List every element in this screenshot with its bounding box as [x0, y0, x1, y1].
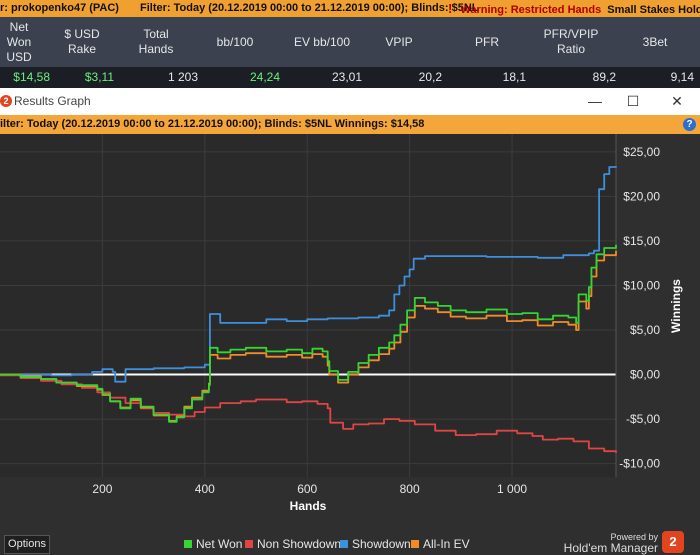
results-chart-area: 200 400 600 800 1 000 $25,00 $20,00 $15,00 $10,0… [0, 134, 700, 532]
col-pfr[interactable]: PFR [456, 17, 518, 67]
cell-total-hands: 1 203 [167, 70, 198, 84]
cell-net-won: $14,58 [13, 70, 50, 84]
col-rake[interactable]: $ USD Rake [52, 17, 112, 67]
cell-pfr: 18,1 [502, 70, 526, 84]
x-tick-label: 600 [297, 482, 317, 496]
y-tick-label: $20,00 [623, 189, 660, 203]
legend-label-net-won: Net Won [196, 537, 243, 551]
restricted-warning[interactable]: ! Warning: Restricted Hands Small Stakes… [448, 0, 700, 17]
brand-name: Hold'em Manager [563, 541, 658, 555]
player-label: r: prokopenko47 (PAC) [0, 2, 119, 14]
legend-swatch-non-showdown [245, 540, 253, 548]
minimize-button[interactable]: — [580, 91, 610, 111]
legend-swatch-net-won [184, 540, 192, 548]
x-tick-label: 1 000 [497, 482, 527, 496]
y-tick-label: $25,00 [623, 145, 660, 159]
col-pfr-vpip[interactable]: PFR/VPIP Ratio [536, 17, 606, 67]
cell-vpip: 20,2 [418, 70, 442, 84]
results-graph-titlebar[interactable]: 2 Results Graph — ☐ ✕ [0, 88, 700, 115]
col-3bet[interactable]: 3Bet [620, 17, 690, 67]
cell-ev-bb100: 23,01 [331, 70, 362, 84]
warning-extra: Small Stakes Holdem [607, 4, 700, 16]
y-tick-label: -$10,00 [619, 457, 660, 471]
stats-table-header: Net Won USD $ USD Rake Total Hands bb/10… [0, 17, 700, 67]
legend-all-in-ev[interactable]: All-In EV [411, 537, 470, 551]
filter-summary: Filter: Today (20.12.2019 00:00 to 21.12… [140, 2, 479, 14]
maximize-button[interactable]: ☐ [618, 91, 648, 111]
legend-swatch-all-in-ev [411, 540, 419, 548]
legend-showdown[interactable]: Showdown [340, 537, 411, 551]
legend-non-showdown[interactable]: Non Showdown [245, 537, 341, 551]
results-chart[interactable]: 200 400 600 800 1 000 $25,00 $20,00 $15,00 $10,0… [0, 134, 700, 532]
col-vpip[interactable]: VPIP [368, 17, 430, 67]
top-info-bar: r: prokopenko47 (PAC) Filter: Today (20.… [0, 0, 700, 17]
x-tick-label: 200 [92, 482, 112, 496]
hm2-badge-icon: 2 [662, 531, 684, 553]
col-total-hands[interactable]: Total Hands [122, 17, 190, 67]
options-button[interactable]: Options [4, 535, 50, 554]
y-tick-label: -$5,00 [626, 412, 660, 426]
legend-label-showdown: Showdown [352, 537, 411, 551]
col-bb100[interactable]: bb/100 [200, 17, 270, 67]
bottom-bar: Options Net Won Non Showdown Showdown Al… [0, 531, 700, 555]
y-axis-label: Winnings [669, 279, 683, 333]
hm2-logo-icon: 2 [0, 95, 12, 107]
cell-3bet: 9,14 [670, 70, 694, 84]
col-ev-bb100[interactable]: EV bb/100 [282, 17, 362, 67]
close-button[interactable]: ✕ [662, 91, 692, 111]
graph-filter-text: ilter: Today (20.12.2019 00:00 to 21.12.… [0, 118, 425, 130]
y-tick-label: $5,00 [630, 323, 660, 337]
warning-icon: ! [448, 1, 453, 16]
x-tick-label: 800 [400, 482, 420, 496]
y-tick-label: $15,00 [623, 234, 660, 248]
legend-swatch-showdown [340, 540, 348, 548]
legend-net-won[interactable]: Net Won [184, 537, 242, 551]
x-tick-label: 400 [195, 482, 215, 496]
graph-filter-bar: ilter: Today (20.12.2019 00:00 to 21.12.… [0, 115, 700, 134]
help-icon[interactable]: ? [683, 118, 696, 131]
cell-bb100: 24,24 [249, 70, 280, 84]
warning-label: Warning: Restricted Hands [460, 4, 602, 16]
legend-label-all-in-ev: All-In EV [423, 537, 470, 551]
y-tick-label: $0,00 [630, 368, 660, 382]
window-title: Results Graph [14, 94, 91, 108]
plot-background [0, 134, 616, 477]
legend-label-non-showdown: Non Showdown [257, 537, 342, 551]
cell-rake: $3,11 [84, 70, 114, 84]
cell-pfr-vpip: 89,2 [592, 70, 616, 84]
x-axis-label: Hands [290, 499, 327, 513]
stats-table-row[interactable]: $14,58 $3,11 1 203 24,24 23,01 20,2 18,1… [0, 67, 700, 88]
col-net-won[interactable]: Net Won USD [0, 17, 38, 67]
y-tick-label: $10,00 [623, 278, 660, 292]
